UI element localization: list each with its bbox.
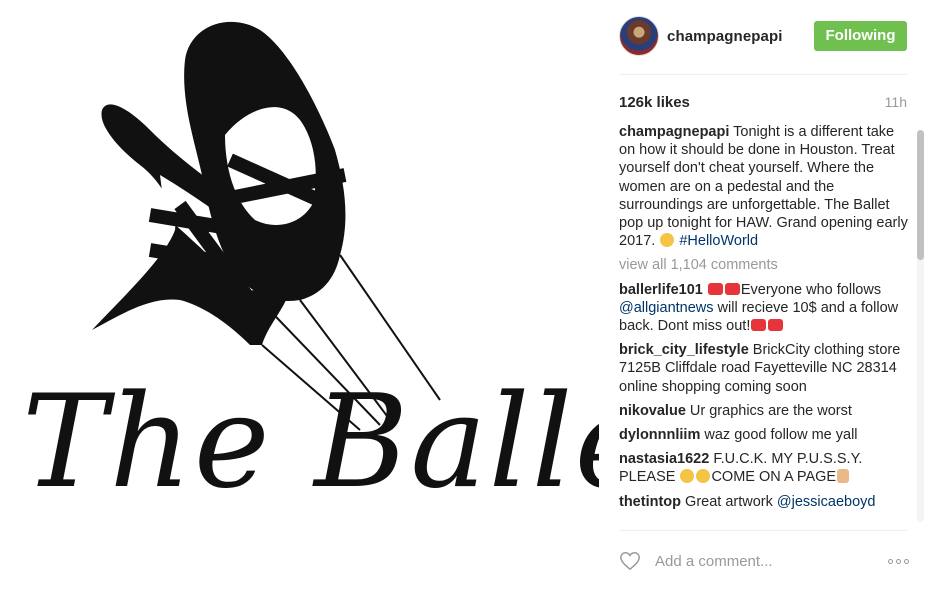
scrollbar-thumb[interactable]: [917, 130, 924, 260]
comment-footer: Add a comment...: [619, 541, 909, 581]
avatar[interactable]: [619, 16, 659, 56]
add-comment-input[interactable]: Add a comment...: [655, 553, 888, 570]
comments-list[interactable]: champagnepapi Tonight is a different tak…: [619, 123, 910, 526]
comment-item: nastasia1622 F.U.C.K. MY P.U.S.S.Y. PLEA…: [619, 450, 910, 486]
siren-icon: [724, 282, 740, 295]
header-username[interactable]: champagnepapi: [667, 28, 783, 45]
comment-text: Ur graphics are the worst: [685, 402, 852, 419]
right-shoe: [184, 21, 441, 421]
post-details-panel: champagnepapi Following 126k likes 11h c…: [599, 0, 929, 597]
ballet-title-text: The Ballet: [22, 368, 599, 517]
comment-item: dylonnnliim waz good follow me yall: [619, 426, 910, 444]
likes-count[interactable]: 126k likes: [619, 94, 690, 111]
thumbs-up-icon: [837, 469, 850, 484]
comment-text: COME ON A PAGE: [711, 469, 837, 486]
siren-icon: [768, 319, 784, 332]
comment-username[interactable]: nastasia1622: [619, 451, 709, 467]
caption-username[interactable]: champagnepapi: [619, 124, 729, 140]
footer-divider: [619, 530, 907, 531]
comment-mention[interactable]: @allgiantnews: [619, 300, 714, 316]
header-divider: [619, 74, 907, 75]
comment-username[interactable]: brick_city_lifestyle: [619, 342, 749, 358]
comment-text: Great artwork: [681, 493, 777, 510]
siren-icon: [751, 319, 767, 332]
heart-icon[interactable]: [619, 550, 641, 572]
post-header: champagnepapi Following: [619, 14, 907, 58]
comment-item: thetintop Great artwork @jessicaeboyd: [619, 493, 910, 511]
smiling-face-icon: [660, 233, 675, 248]
comment-item: ballerlife101 Everyone who follows @allg…: [619, 281, 910, 336]
siren-icon: [707, 282, 723, 295]
caption-text: Tonight is a different take on how it sh…: [619, 124, 908, 250]
comment-username[interactable]: thetintop: [619, 494, 681, 510]
post-timestamp[interactable]: 11h: [885, 94, 907, 111]
comment-text: Everyone who follows: [740, 281, 882, 298]
comment-text: waz good follow me yall: [700, 427, 858, 444]
likes-row: 126k likes 11h: [619, 94, 907, 111]
view-all-comments-link[interactable]: view all 1,104 comments: [619, 256, 910, 274]
comment-mention[interactable]: @jessicaeboyd: [777, 494, 876, 510]
relieved-face-icon: [680, 469, 695, 484]
comment-item: brick_city_lifestyle BrickCity clothing …: [619, 341, 910, 396]
comment-username[interactable]: nikovalue: [619, 403, 686, 419]
comments-scrollbar[interactable]: [917, 130, 924, 522]
comment-item: nikovalue Ur graphics are the worst: [619, 402, 910, 420]
post-image[interactable]: The Ballet: [0, 0, 599, 597]
more-options-icon[interactable]: [888, 558, 909, 564]
relieved-face-icon: [696, 469, 711, 484]
comment-username[interactable]: ballerlife101: [619, 282, 703, 298]
comment-username[interactable]: dylonnnliim: [619, 427, 700, 443]
caption: champagnepapi Tonight is a different tak…: [619, 123, 910, 250]
caption-hashtag[interactable]: #HelloWorld: [679, 233, 758, 249]
following-button[interactable]: Following: [814, 21, 907, 51]
